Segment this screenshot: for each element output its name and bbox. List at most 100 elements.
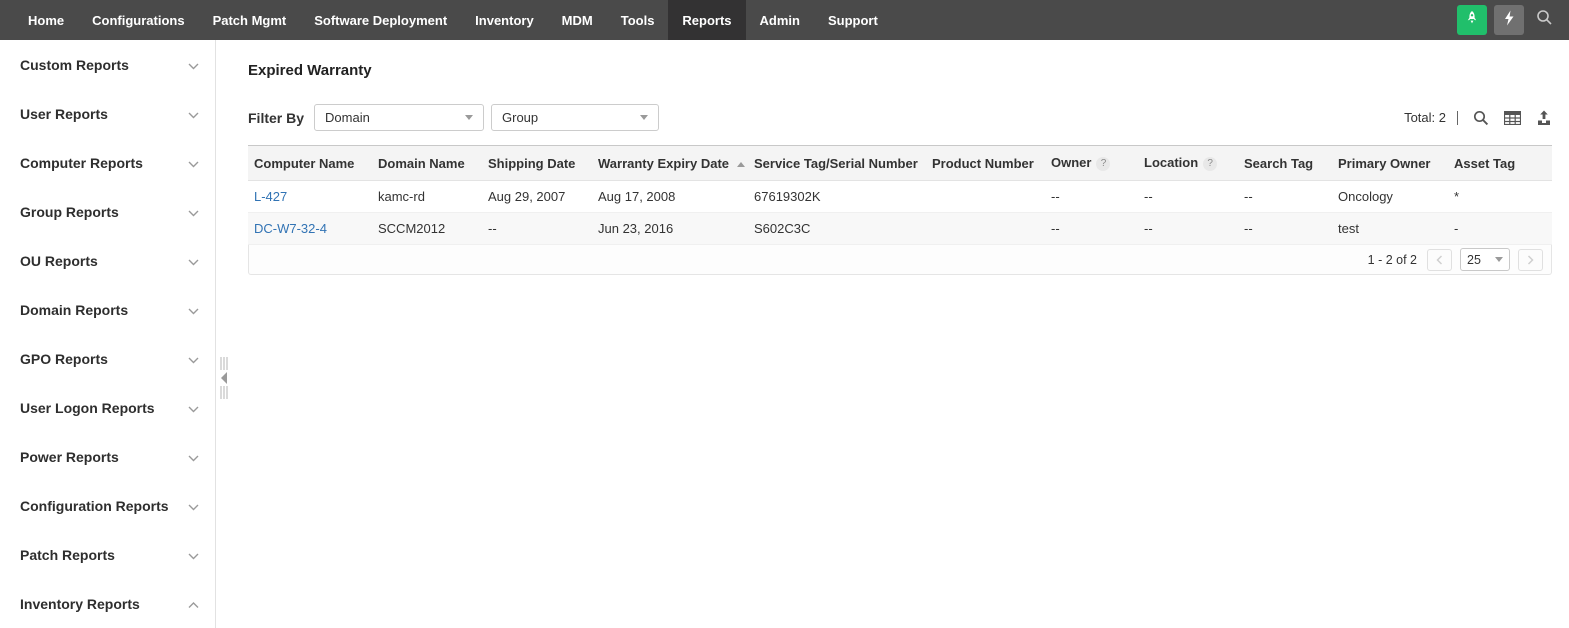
sidebar-item-label: Patch Reports bbox=[20, 546, 115, 563]
nav-item-inventory[interactable]: Inventory bbox=[461, 0, 548, 40]
sidebar-item-domain-reports[interactable]: Domain Reports bbox=[0, 285, 215, 334]
nav-item-reports[interactable]: Reports bbox=[668, 0, 746, 40]
cell-warranty-expiry-date: Aug 17, 2008 bbox=[598, 189, 676, 204]
chevron-down-icon bbox=[188, 547, 199, 563]
chevron-down-icon bbox=[188, 253, 199, 269]
search-icon bbox=[1536, 9, 1553, 31]
nav-item-mdm[interactable]: MDM bbox=[548, 0, 607, 40]
column-header-domain-name[interactable]: Domain Name bbox=[372, 146, 482, 181]
sidebar-item-power-reports[interactable]: Power Reports bbox=[0, 432, 215, 481]
top-navigation-bar: Home Configurations Patch Mgmt Software … bbox=[0, 0, 1569, 40]
nav-item-software-deployment[interactable]: Software Deployment bbox=[300, 0, 461, 40]
cell-computer-name: L-427 bbox=[248, 181, 372, 213]
column-header-service-tag[interactable]: Service Tag/Serial Number bbox=[748, 146, 926, 181]
report-table: Computer Name Domain Name Shipping Date … bbox=[248, 145, 1552, 275]
location-help-icon[interactable]: ? bbox=[1203, 156, 1218, 171]
chevron-down-icon bbox=[188, 449, 199, 465]
next-page-button[interactable] bbox=[1518, 248, 1543, 271]
sidebar-item-custom-reports[interactable]: Custom Reports bbox=[0, 40, 215, 89]
cell-location: -- bbox=[1144, 221, 1153, 236]
cell-service-tag: 67619302K bbox=[754, 189, 821, 204]
column-header-location[interactable]: Location? bbox=[1138, 146, 1238, 181]
domain-filter-value: Domain bbox=[325, 110, 370, 125]
export-icon[interactable] bbox=[1536, 110, 1552, 126]
sidebar-item-patch-reports[interactable]: Patch Reports bbox=[0, 530, 215, 579]
sidebar-item-label: GPO Reports bbox=[20, 350, 108, 367]
cell-owner: -- bbox=[1051, 221, 1060, 236]
nav-item-tools[interactable]: Tools bbox=[607, 0, 669, 40]
column-header-shipping-date[interactable]: Shipping Date bbox=[482, 146, 592, 181]
chevron-up-icon bbox=[188, 596, 199, 612]
nav-item-home[interactable]: Home bbox=[14, 0, 78, 40]
cell-owner: -- bbox=[1051, 189, 1060, 204]
cell-domain-name: kamc-rd bbox=[378, 189, 425, 204]
sidebar-item-label: Domain Reports bbox=[20, 301, 129, 318]
sort-ascending-icon bbox=[737, 161, 746, 167]
column-header-owner[interactable]: Owner? bbox=[1045, 146, 1138, 181]
chevron-down-icon bbox=[188, 302, 199, 318]
computer-link[interactable]: DC-W7-32-4 bbox=[254, 221, 327, 236]
quick-actions-button[interactable] bbox=[1494, 5, 1524, 35]
sidebar-item-ou-reports[interactable]: OU Reports bbox=[0, 236, 215, 285]
group-filter-value: Group bbox=[502, 110, 539, 125]
getting-started-button[interactable] bbox=[1457, 5, 1487, 35]
owner-help-icon[interactable]: ? bbox=[1096, 156, 1111, 171]
cell-warranty-expiry-date: Jun 23, 2016 bbox=[598, 221, 674, 236]
sidebar-item-label: Configuration Reports bbox=[20, 497, 169, 514]
previous-page-button[interactable] bbox=[1427, 248, 1452, 271]
sidebar-item-configuration-reports[interactable]: Configuration Reports bbox=[0, 481, 215, 530]
chevron-down-icon bbox=[640, 115, 649, 120]
nav-right-actions bbox=[1457, 0, 1569, 40]
computer-link[interactable]: L-427 bbox=[254, 189, 287, 204]
cell-location: -- bbox=[1144, 189, 1153, 204]
column-header-warranty-expiry-date[interactable]: Warranty Expiry Date bbox=[592, 146, 748, 181]
pagination-bar: 1 - 2 of 2 25 bbox=[248, 245, 1552, 275]
cell-asset-tag: * bbox=[1454, 189, 1460, 204]
table-search-button[interactable] bbox=[1473, 110, 1489, 126]
sidebar-item-label: OU Reports bbox=[20, 252, 98, 269]
sidebar-item-user-reports[interactable]: User Reports bbox=[0, 89, 215, 138]
sidebar-item-inventory-reports[interactable]: Inventory Reports bbox=[0, 579, 215, 628]
cell-product-number bbox=[926, 213, 1045, 245]
toolbar-divider bbox=[1457, 110, 1458, 125]
chevron-down-icon bbox=[188, 204, 199, 220]
sidebar-item-computer-reports[interactable]: Computer Reports bbox=[0, 138, 215, 187]
lightning-bolt-icon bbox=[1502, 10, 1516, 31]
column-header-primary-owner[interactable]: Primary Owner bbox=[1332, 146, 1448, 181]
sidebar-item-label: User Reports bbox=[20, 105, 108, 122]
column-chooser-button[interactable] bbox=[1504, 110, 1521, 125]
sidebar-collapse-handle[interactable] bbox=[219, 357, 231, 399]
nav-item-configurations[interactable]: Configurations bbox=[78, 0, 198, 40]
cell-asset-tag: - bbox=[1454, 221, 1459, 236]
column-header-asset-tag[interactable]: Asset Tag bbox=[1448, 146, 1552, 181]
cell-shipping-date: -- bbox=[488, 221, 497, 236]
table-row: DC-W7-32-4 SCCM2012 -- Jun 23, 2016 S602… bbox=[248, 212, 1552, 245]
cell-primary-owner: Oncology bbox=[1338, 189, 1393, 204]
cell-product-number bbox=[926, 181, 1045, 213]
column-header-computer-name[interactable]: Computer Name bbox=[248, 146, 372, 181]
sidebar-item-label: Inventory Reports bbox=[20, 595, 140, 612]
column-header-product-number[interactable]: Product Number bbox=[926, 146, 1045, 181]
sidebar-item-gpo-reports[interactable]: GPO Reports bbox=[0, 334, 215, 383]
filter-row: Filter By Domain Group Total: 2 bbox=[248, 104, 1552, 131]
cell-shipping-date: Aug 29, 2007 bbox=[488, 189, 566, 204]
nav-item-admin[interactable]: Admin bbox=[746, 0, 814, 40]
nav-item-support[interactable]: Support bbox=[814, 0, 892, 40]
main-content: Expired Warranty Filter By Domain Group … bbox=[216, 40, 1569, 628]
group-filter-select[interactable]: Group bbox=[491, 104, 660, 131]
cell-primary-owner: test bbox=[1338, 221, 1359, 236]
cell-service-tag: S602C3C bbox=[754, 221, 811, 236]
page-title: Expired Warranty bbox=[248, 62, 372, 79]
sidebar-item-label: User Logon Reports bbox=[20, 399, 155, 416]
column-header-search-tag[interactable]: Search Tag bbox=[1238, 146, 1332, 181]
page-range-label: 1 - 2 of 2 bbox=[1367, 252, 1417, 267]
sidebar-item-label: Computer Reports bbox=[20, 154, 143, 171]
sidebar-item-group-reports[interactable]: Group Reports bbox=[0, 187, 215, 236]
global-search-button[interactable] bbox=[1531, 7, 1557, 33]
reports-sidebar: Custom Reports User Reports Computer Rep… bbox=[0, 40, 216, 628]
domain-filter-select[interactable]: Domain bbox=[314, 104, 485, 131]
page-size-select[interactable]: 25 bbox=[1460, 248, 1510, 271]
sidebar-item-user-logon-reports[interactable]: User Logon Reports bbox=[0, 383, 215, 432]
chevron-down-icon bbox=[188, 498, 199, 514]
nav-item-patch-mgmt[interactable]: Patch Mgmt bbox=[199, 0, 301, 40]
